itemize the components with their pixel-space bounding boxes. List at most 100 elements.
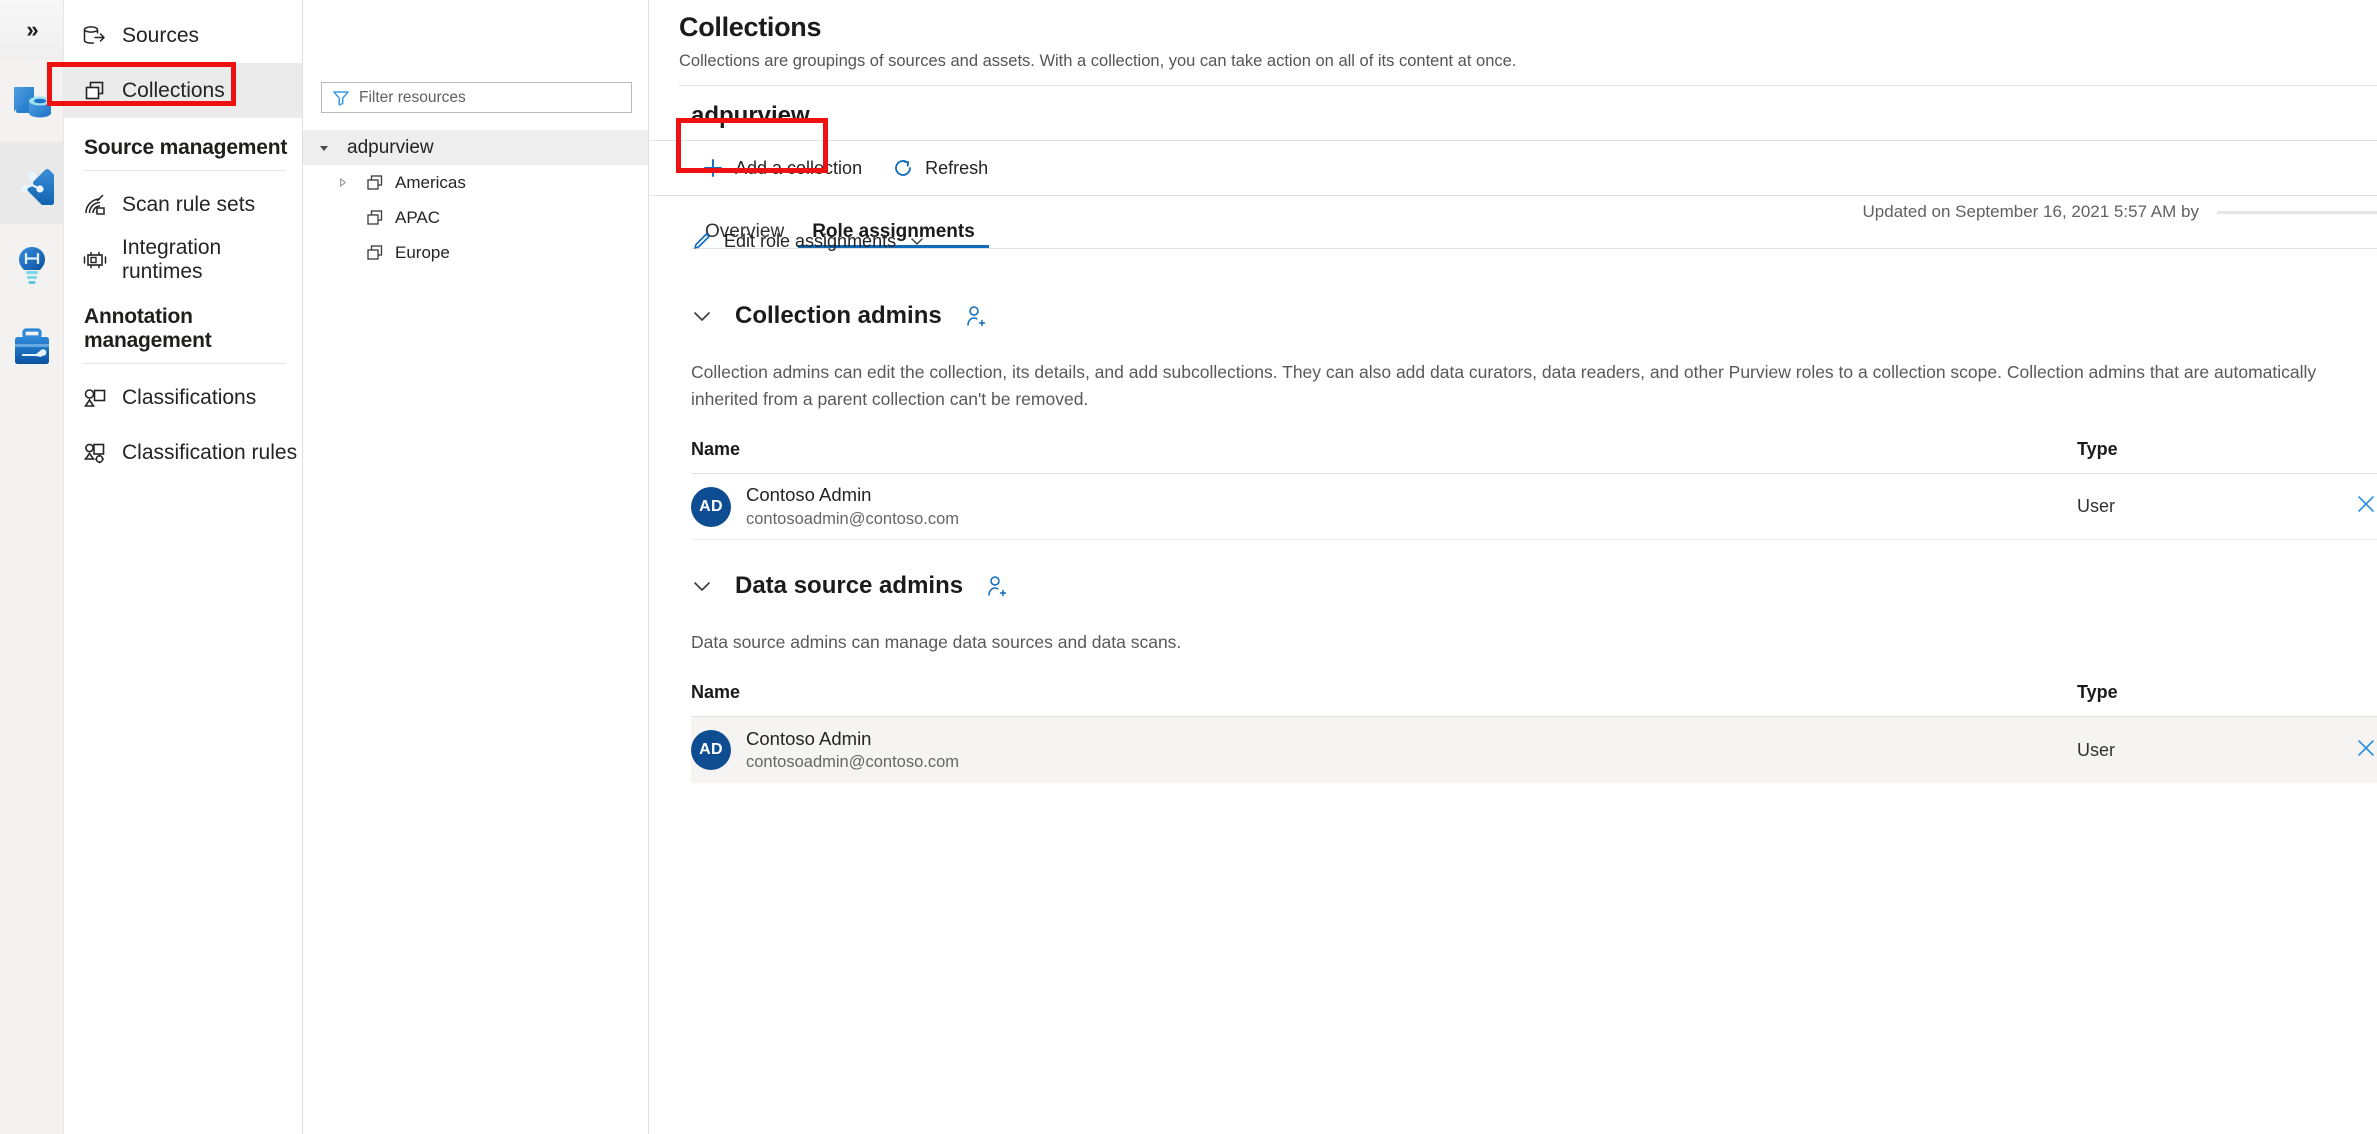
cell-remove — [2317, 473, 2377, 541]
section-data-source-admins: Data source admins Data source admins ca… — [649, 562, 2377, 783]
section-title: Collection admins — [735, 302, 942, 329]
updated-status: Updated on September 16, 2021 5:57 AM by — [1863, 202, 2377, 222]
filter-wrapper: Filter resources — [303, 72, 648, 113]
classifications-icon — [84, 388, 106, 407]
tree-item-adpurview[interactable]: adpurview — [303, 130, 648, 165]
rail-item-insights[interactable] — [0, 224, 64, 306]
tree-item-label: adpurview — [347, 136, 434, 158]
section-title: Data source admins — [735, 572, 964, 600]
tree-item-apac[interactable]: APAC — [303, 200, 648, 235]
table-row[interactable]: AD Contoso Admin contosoadmin@contoso.co… — [691, 473, 2377, 541]
close-icon — [2358, 739, 2374, 756]
column-header-actions — [2317, 682, 2377, 718]
collections-icon — [85, 81, 104, 99]
sidebar-item-sources[interactable]: Sources — [64, 8, 302, 63]
plus-icon — [704, 159, 722, 177]
sidebar-item-label: Scan rule sets — [122, 192, 256, 216]
data-catalog-icon — [13, 87, 51, 118]
rail-item-management[interactable] — [0, 306, 64, 388]
table-header-row: Name Type — [691, 682, 2377, 718]
tabs-zone: Overview Role assignments Edit role assi… — [649, 196, 2377, 270]
cell-remove — [2317, 716, 2377, 783]
section-header: Collection admins — [691, 292, 2377, 340]
sidebar-item-scan-rule-sets[interactable]: Scan rule sets — [64, 177, 302, 232]
collection-detail-title: adpurview — [691, 102, 810, 129]
person: AD Contoso Admin contosoadmin@contoso.co… — [691, 727, 2077, 774]
page-title: Collections — [679, 12, 822, 42]
sidebar-item-label: Classifications — [122, 385, 257, 409]
sidebar-item-classification-rules[interactable]: Classification rules — [64, 425, 302, 480]
person-text: Contoso Admin contosoadmin@contoso.com — [746, 727, 959, 774]
filter-resources-input[interactable]: Filter resources — [321, 82, 632, 113]
sources-icon — [83, 25, 105, 44]
refresh-icon — [895, 160, 911, 176]
purview-data-map-page: » Sources Collections Source management … — [0, 0, 2377, 1134]
person-text: Contoso Admin contosoadmin@contoso.com — [746, 483, 959, 530]
section-description: Data source admins can manage data sourc… — [691, 632, 1182, 653]
tree-expand-toggle-root[interactable] — [313, 142, 335, 154]
app-left-rail: » — [0, 0, 64, 1134]
command-bar: Add a collection Refresh — [649, 140, 2377, 196]
management-toolbox-icon — [14, 328, 49, 364]
sidebar-item-collections[interactable]: Collections — [64, 63, 302, 118]
sidebar-item-label: Sources — [122, 23, 200, 47]
scan-rule-sets-icon — [85, 193, 105, 215]
sidebar-nav: Sources Collections Source management Sc… — [64, 0, 303, 1134]
tree-item-americas[interactable]: Americas — [303, 165, 648, 200]
updated-text: Updated on September 16, 2021 5:57 AM by — [1862, 202, 2199, 221]
refresh-button[interactable]: Refresh — [881, 148, 999, 188]
add-a-collection-button[interactable]: Add a collection — [691, 148, 873, 188]
cell-name: AD Contoso Admin contosoadmin@contoso.co… — [691, 473, 2077, 541]
chevron-down-icon[interactable] — [691, 305, 713, 327]
rail-item-data-catalog[interactable] — [0, 60, 64, 142]
rail-item-data-map[interactable] — [0, 142, 64, 224]
data-map-icon — [19, 169, 54, 205]
edit-role-assignments-label: Edit role assignments — [724, 230, 897, 251]
sidebar-item-label: Integration runtimes — [122, 235, 222, 283]
table-header-row: Name Type — [691, 439, 2377, 475]
main-content: Collections Collections are groupings of… — [649, 0, 2377, 1134]
table-row[interactable]: AD Contoso Admin contosoadmin@contoso.co… — [691, 716, 2377, 783]
chevron-double-right-icon: » — [26, 17, 38, 42]
column-header-name: Name — [691, 439, 2077, 475]
cell-type: User — [2077, 716, 2317, 783]
sidebar-divider — [84, 363, 286, 364]
tabs-divider — [691, 248, 2377, 249]
person-email: contosoadmin@contoso.com — [746, 753, 960, 772]
section-description: Collection admins can edit the collectio… — [691, 362, 2322, 410]
chevron-down-icon — [911, 238, 923, 245]
page-subtitle: Collections are groupings of sources and… — [679, 52, 1517, 70]
sidebar-item-classifications[interactable]: Classifications — [64, 370, 302, 425]
chevron-right-icon — [339, 178, 346, 187]
column-header-name: Name — [691, 682, 2077, 718]
chevron-down-filled-icon — [320, 145, 328, 151]
sidebar-item-label: Collections — [122, 78, 225, 102]
chevron-down-icon[interactable] — [691, 575, 713, 597]
integration-runtimes-icon — [83, 251, 107, 268]
tree-item-label: APAC — [395, 207, 441, 227]
collections-tree: adpurview Americas APAC Europe — [303, 130, 648, 270]
filter-funnel-icon — [333, 90, 349, 106]
cell-name: AD Contoso Admin contosoadmin@contoso.co… — [691, 716, 2077, 783]
remove-role-assignment-button[interactable] — [2355, 737, 2377, 764]
command-label: Refresh — [925, 157, 989, 178]
sidebar-group-header-source-management: Source management — [84, 136, 288, 159]
close-icon — [2358, 496, 2374, 513]
add-person-icon[interactable] — [964, 304, 988, 328]
person: AD Contoso Admin contosoadmin@contoso.co… — [691, 483, 2077, 530]
add-person-icon[interactable] — [985, 574, 1009, 598]
section-header: Data source admins — [691, 562, 2377, 610]
collection-icon — [367, 174, 383, 190]
tree-expand-toggle-americas[interactable] — [331, 177, 353, 188]
person-email: contosoadmin@contoso.com — [746, 510, 960, 529]
edit-role-assignments-button[interactable]: Edit role assignments — [691, 230, 927, 252]
sidebar-divider — [84, 170, 286, 171]
sidebar-item-integration-runtimes[interactable]: Integration runtimes — [64, 232, 302, 287]
insights-lightbulb-icon — [18, 247, 45, 284]
tree-item-europe[interactable]: Europe — [303, 235, 648, 270]
remove-role-assignment-button[interactable] — [2355, 493, 2377, 520]
rail-expand-button[interactable]: » — [0, 0, 63, 60]
page-header: Collections Collections are groupings of… — [649, 0, 2377, 86]
collection-icon — [367, 209, 383, 225]
filter-placeholder: Filter resources — [359, 88, 466, 106]
